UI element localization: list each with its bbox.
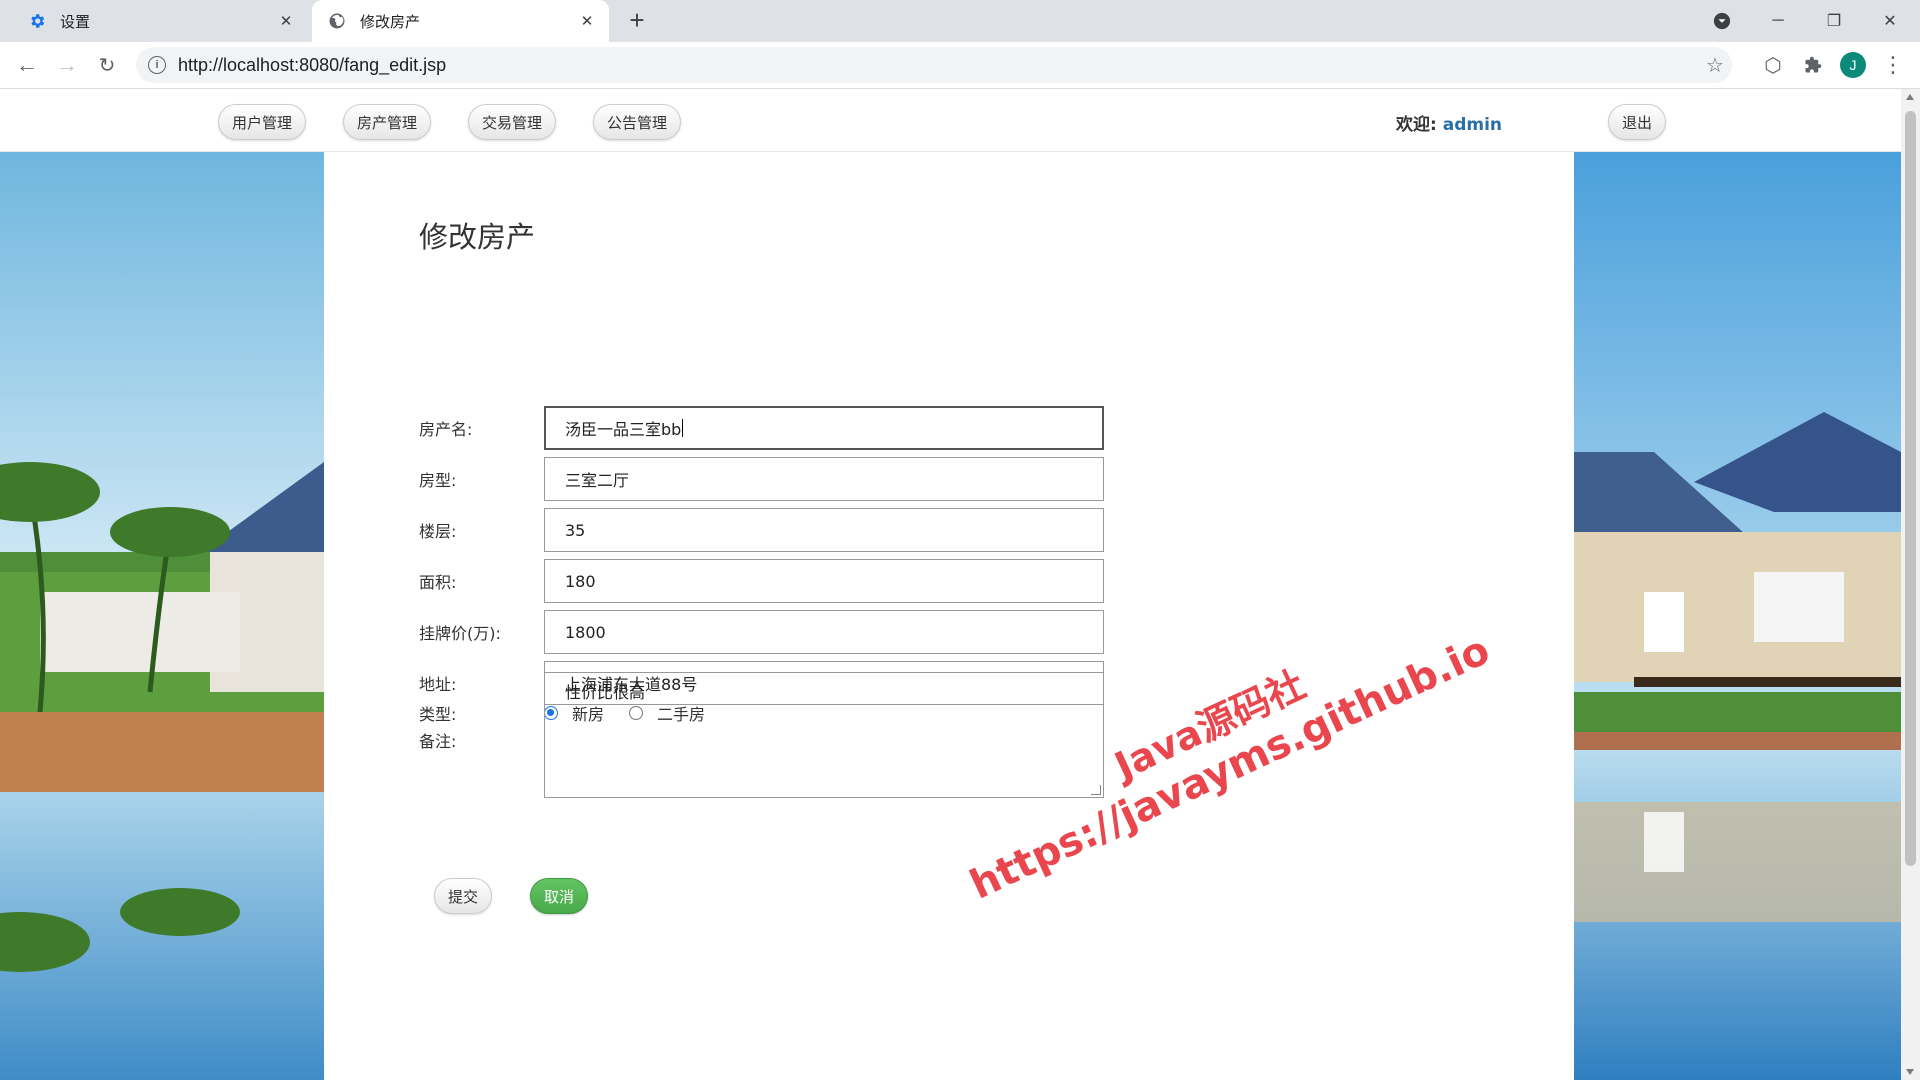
username: admin bbox=[1442, 115, 1503, 135]
scroll-up-arrow-icon[interactable] bbox=[1906, 94, 1914, 100]
cancel-button[interactable]: 取消 bbox=[530, 878, 588, 914]
page-scrollbar[interactable] bbox=[1901, 89, 1920, 1080]
textarea-value: 性价比很高 bbox=[565, 683, 646, 702]
new-tab-icon[interactable]: + bbox=[624, 7, 650, 34]
extension-icon[interactable]: ⬡ bbox=[1760, 52, 1786, 78]
tab-title: 设置 bbox=[60, 13, 91, 31]
remark-label: 备注: bbox=[419, 732, 457, 751]
site-info-icon[interactable]: i bbox=[148, 56, 166, 74]
tab-search-icon[interactable] bbox=[1702, 4, 1742, 38]
tab-settings[interactable]: 设置 ✕ bbox=[8, 0, 308, 42]
nav-notice-management[interactable]: 公告管理 bbox=[593, 104, 681, 140]
back-icon[interactable]: ← bbox=[12, 50, 42, 80]
globe-icon bbox=[326, 10, 348, 32]
bookmark-star-icon[interactable]: ☆ bbox=[1702, 52, 1728, 78]
minimize-icon[interactable]: ─ bbox=[1758, 4, 1798, 38]
profile-avatar[interactable]: J bbox=[1840, 52, 1866, 78]
browser-toolbar: ← → ↻ i http://localhost:8080/fang_edit.… bbox=[0, 42, 1920, 89]
nav-user-management[interactable]: 用户管理 bbox=[218, 104, 306, 140]
reload-icon[interactable]: ↻ bbox=[92, 50, 122, 80]
menu-kebab-icon[interactable]: ⋮ bbox=[1880, 52, 1906, 78]
top-navigation: 用户管理 房产管理 交易管理 公告管理 欢迎: admin 退出 bbox=[0, 89, 1901, 152]
submit-button[interactable]: 提交 bbox=[434, 878, 492, 914]
form-overlay: 类型: 新房 二手房 备注: 性价比很高 提交 取消 bbox=[324, 152, 1574, 1080]
field-label: 类型: bbox=[419, 705, 457, 724]
resize-grip-icon[interactable] bbox=[1091, 785, 1101, 795]
logout-button[interactable]: 退出 bbox=[1608, 104, 1666, 140]
forward-icon[interactable]: → bbox=[52, 50, 82, 80]
nav-property-management[interactable]: 房产管理 bbox=[343, 104, 431, 140]
close-tab-icon[interactable]: ✕ bbox=[276, 11, 296, 31]
background-photo-right bbox=[1574, 152, 1901, 1080]
scroll-down-arrow-icon[interactable] bbox=[1906, 1069, 1914, 1075]
nav-transaction-management[interactable]: 交易管理 bbox=[468, 104, 556, 140]
welcome-text: 欢迎: admin bbox=[1396, 110, 1502, 135]
gear-icon bbox=[26, 10, 48, 32]
scrollbar-thumb[interactable] bbox=[1905, 111, 1916, 866]
url-text[interactable]: http://localhost:8080/fang_edit.jsp bbox=[178, 55, 446, 76]
puzzle-extensions-icon[interactable] bbox=[1800, 52, 1826, 78]
tab-title: 修改房产 bbox=[360, 13, 421, 31]
background-photo-left bbox=[0, 152, 324, 1080]
remark-textarea[interactable]: 性价比很高 bbox=[544, 672, 1104, 798]
address-bar[interactable]: i http://localhost:8080/fang_edit.jsp ☆ bbox=[136, 47, 1732, 83]
tab-edit-property[interactable]: 修改房产 ✕ bbox=[312, 0, 609, 42]
restore-icon[interactable]: ❐ bbox=[1814, 4, 1854, 38]
welcome-label: 欢迎: bbox=[1396, 115, 1437, 135]
tab-strip: 设置 ✕ 修改房产 ✕ + ─ ❐ ✕ bbox=[0, 0, 1920, 42]
close-window-icon[interactable]: ✕ bbox=[1870, 4, 1910, 38]
close-tab-icon[interactable]: ✕ bbox=[577, 11, 597, 31]
